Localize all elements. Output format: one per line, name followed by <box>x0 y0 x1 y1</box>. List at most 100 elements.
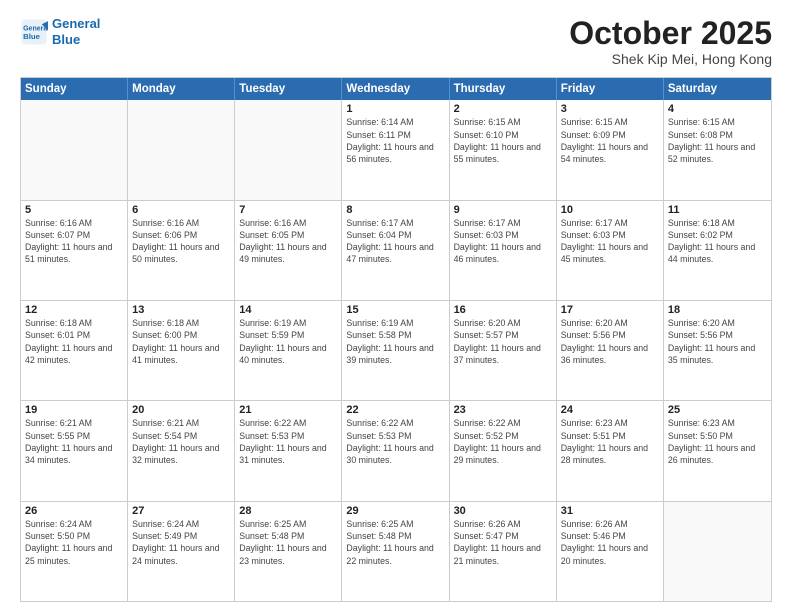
day-cell <box>21 100 128 199</box>
day-cell: 8Sunrise: 6:17 AM Sunset: 6:04 PM Daylig… <box>342 201 449 300</box>
day-info: Sunrise: 6:23 AM Sunset: 5:50 PM Dayligh… <box>668 417 767 466</box>
day-number: 10 <box>561 204 659 216</box>
day-cell: 26Sunrise: 6:24 AM Sunset: 5:50 PM Dayli… <box>21 502 128 601</box>
day-info: Sunrise: 6:26 AM Sunset: 5:46 PM Dayligh… <box>561 518 659 567</box>
day-info: Sunrise: 6:16 AM Sunset: 6:06 PM Dayligh… <box>132 217 230 266</box>
day-info: Sunrise: 6:16 AM Sunset: 6:07 PM Dayligh… <box>25 217 123 266</box>
day-info: Sunrise: 6:15 AM Sunset: 6:10 PM Dayligh… <box>454 116 552 165</box>
day-cell: 1Sunrise: 6:14 AM Sunset: 6:11 PM Daylig… <box>342 100 449 199</box>
day-info: Sunrise: 6:14 AM Sunset: 6:11 PM Dayligh… <box>346 116 444 165</box>
day-info: Sunrise: 6:18 AM Sunset: 6:02 PM Dayligh… <box>668 217 767 266</box>
week-row-2: 5Sunrise: 6:16 AM Sunset: 6:07 PM Daylig… <box>21 200 771 300</box>
day-info: Sunrise: 6:17 AM Sunset: 6:03 PM Dayligh… <box>454 217 552 266</box>
day-number: 17 <box>561 304 659 316</box>
week-row-3: 12Sunrise: 6:18 AM Sunset: 6:01 PM Dayli… <box>21 300 771 400</box>
day-number: 2 <box>454 103 552 115</box>
logo-line1: General <box>52 16 100 31</box>
day-headers: SundayMondayTuesdayWednesdayThursdayFrid… <box>21 78 771 100</box>
day-cell <box>664 502 771 601</box>
day-number: 19 <box>25 404 123 416</box>
day-cell: 31Sunrise: 6:26 AM Sunset: 5:46 PM Dayli… <box>557 502 664 601</box>
day-number: 5 <box>25 204 123 216</box>
day-header-tuesday: Tuesday <box>235 78 342 100</box>
calendar: SundayMondayTuesdayWednesdayThursdayFrid… <box>20 77 772 602</box>
day-cell: 27Sunrise: 6:24 AM Sunset: 5:49 PM Dayli… <box>128 502 235 601</box>
day-number: 3 <box>561 103 659 115</box>
day-cell: 10Sunrise: 6:17 AM Sunset: 6:03 PM Dayli… <box>557 201 664 300</box>
day-info: Sunrise: 6:17 AM Sunset: 6:04 PM Dayligh… <box>346 217 444 266</box>
logo: General Blue General Blue <box>20 16 100 47</box>
day-number: 1 <box>346 103 444 115</box>
day-number: 29 <box>346 505 444 517</box>
day-cell: 15Sunrise: 6:19 AM Sunset: 5:58 PM Dayli… <box>342 301 449 400</box>
day-info: Sunrise: 6:25 AM Sunset: 5:48 PM Dayligh… <box>346 518 444 567</box>
day-cell: 29Sunrise: 6:25 AM Sunset: 5:48 PM Dayli… <box>342 502 449 601</box>
day-info: Sunrise: 6:24 AM Sunset: 5:49 PM Dayligh… <box>132 518 230 567</box>
day-cell: 23Sunrise: 6:22 AM Sunset: 5:52 PM Dayli… <box>450 401 557 500</box>
day-info: Sunrise: 6:24 AM Sunset: 5:50 PM Dayligh… <box>25 518 123 567</box>
day-cell: 4Sunrise: 6:15 AM Sunset: 6:08 PM Daylig… <box>664 100 771 199</box>
day-number: 24 <box>561 404 659 416</box>
day-cell: 6Sunrise: 6:16 AM Sunset: 6:06 PM Daylig… <box>128 201 235 300</box>
day-cell: 9Sunrise: 6:17 AM Sunset: 6:03 PM Daylig… <box>450 201 557 300</box>
day-number: 20 <box>132 404 230 416</box>
day-info: Sunrise: 6:21 AM Sunset: 5:55 PM Dayligh… <box>25 417 123 466</box>
day-header-friday: Friday <box>557 78 664 100</box>
day-number: 31 <box>561 505 659 517</box>
day-number: 23 <box>454 404 552 416</box>
day-header-monday: Monday <box>128 78 235 100</box>
day-number: 22 <box>346 404 444 416</box>
day-number: 7 <box>239 204 337 216</box>
day-number: 13 <box>132 304 230 316</box>
location-subtitle: Shek Kip Mei, Hong Kong <box>569 51 772 67</box>
day-number: 21 <box>239 404 337 416</box>
day-info: Sunrise: 6:25 AM Sunset: 5:48 PM Dayligh… <box>239 518 337 567</box>
day-header-saturday: Saturday <box>664 78 771 100</box>
day-number: 14 <box>239 304 337 316</box>
day-cell: 25Sunrise: 6:23 AM Sunset: 5:50 PM Dayli… <box>664 401 771 500</box>
day-cell: 17Sunrise: 6:20 AM Sunset: 5:56 PM Dayli… <box>557 301 664 400</box>
week-row-5: 26Sunrise: 6:24 AM Sunset: 5:50 PM Dayli… <box>21 501 771 601</box>
day-cell: 12Sunrise: 6:18 AM Sunset: 6:01 PM Dayli… <box>21 301 128 400</box>
day-number: 4 <box>668 103 767 115</box>
day-cell: 28Sunrise: 6:25 AM Sunset: 5:48 PM Dayli… <box>235 502 342 601</box>
day-info: Sunrise: 6:17 AM Sunset: 6:03 PM Dayligh… <box>561 217 659 266</box>
day-info: Sunrise: 6:20 AM Sunset: 5:57 PM Dayligh… <box>454 317 552 366</box>
day-info: Sunrise: 6:18 AM Sunset: 6:00 PM Dayligh… <box>132 317 230 366</box>
day-cell: 19Sunrise: 6:21 AM Sunset: 5:55 PM Dayli… <box>21 401 128 500</box>
day-number: 16 <box>454 304 552 316</box>
day-cell: 18Sunrise: 6:20 AM Sunset: 5:56 PM Dayli… <box>664 301 771 400</box>
day-header-sunday: Sunday <box>21 78 128 100</box>
day-info: Sunrise: 6:18 AM Sunset: 6:01 PM Dayligh… <box>25 317 123 366</box>
page: General Blue General Blue October 2025 S… <box>0 0 792 612</box>
day-info: Sunrise: 6:22 AM Sunset: 5:53 PM Dayligh… <box>239 417 337 466</box>
day-number: 15 <box>346 304 444 316</box>
svg-text:Blue: Blue <box>23 32 41 41</box>
day-cell: 7Sunrise: 6:16 AM Sunset: 6:05 PM Daylig… <box>235 201 342 300</box>
day-info: Sunrise: 6:20 AM Sunset: 5:56 PM Dayligh… <box>668 317 767 366</box>
day-cell: 5Sunrise: 6:16 AM Sunset: 6:07 PM Daylig… <box>21 201 128 300</box>
day-info: Sunrise: 6:26 AM Sunset: 5:47 PM Dayligh… <box>454 518 552 567</box>
day-info: Sunrise: 6:22 AM Sunset: 5:52 PM Dayligh… <box>454 417 552 466</box>
day-info: Sunrise: 6:19 AM Sunset: 5:58 PM Dayligh… <box>346 317 444 366</box>
day-info: Sunrise: 6:15 AM Sunset: 6:08 PM Dayligh… <box>668 116 767 165</box>
day-number: 18 <box>668 304 767 316</box>
logo-icon: General Blue <box>20 18 48 46</box>
day-number: 26 <box>25 505 123 517</box>
day-cell: 3Sunrise: 6:15 AM Sunset: 6:09 PM Daylig… <box>557 100 664 199</box>
day-header-thursday: Thursday <box>450 78 557 100</box>
day-number: 25 <box>668 404 767 416</box>
day-cell: 2Sunrise: 6:15 AM Sunset: 6:10 PM Daylig… <box>450 100 557 199</box>
day-info: Sunrise: 6:16 AM Sunset: 6:05 PM Dayligh… <box>239 217 337 266</box>
day-cell <box>235 100 342 199</box>
week-row-4: 19Sunrise: 6:21 AM Sunset: 5:55 PM Dayli… <box>21 400 771 500</box>
day-info: Sunrise: 6:21 AM Sunset: 5:54 PM Dayligh… <box>132 417 230 466</box>
day-cell: 21Sunrise: 6:22 AM Sunset: 5:53 PM Dayli… <box>235 401 342 500</box>
day-info: Sunrise: 6:15 AM Sunset: 6:09 PM Dayligh… <box>561 116 659 165</box>
logo-line2: Blue <box>52 32 80 47</box>
day-info: Sunrise: 6:23 AM Sunset: 5:51 PM Dayligh… <box>561 417 659 466</box>
week-row-1: 1Sunrise: 6:14 AM Sunset: 6:11 PM Daylig… <box>21 100 771 199</box>
day-number: 27 <box>132 505 230 517</box>
day-info: Sunrise: 6:20 AM Sunset: 5:56 PM Dayligh… <box>561 317 659 366</box>
day-cell: 11Sunrise: 6:18 AM Sunset: 6:02 PM Dayli… <box>664 201 771 300</box>
